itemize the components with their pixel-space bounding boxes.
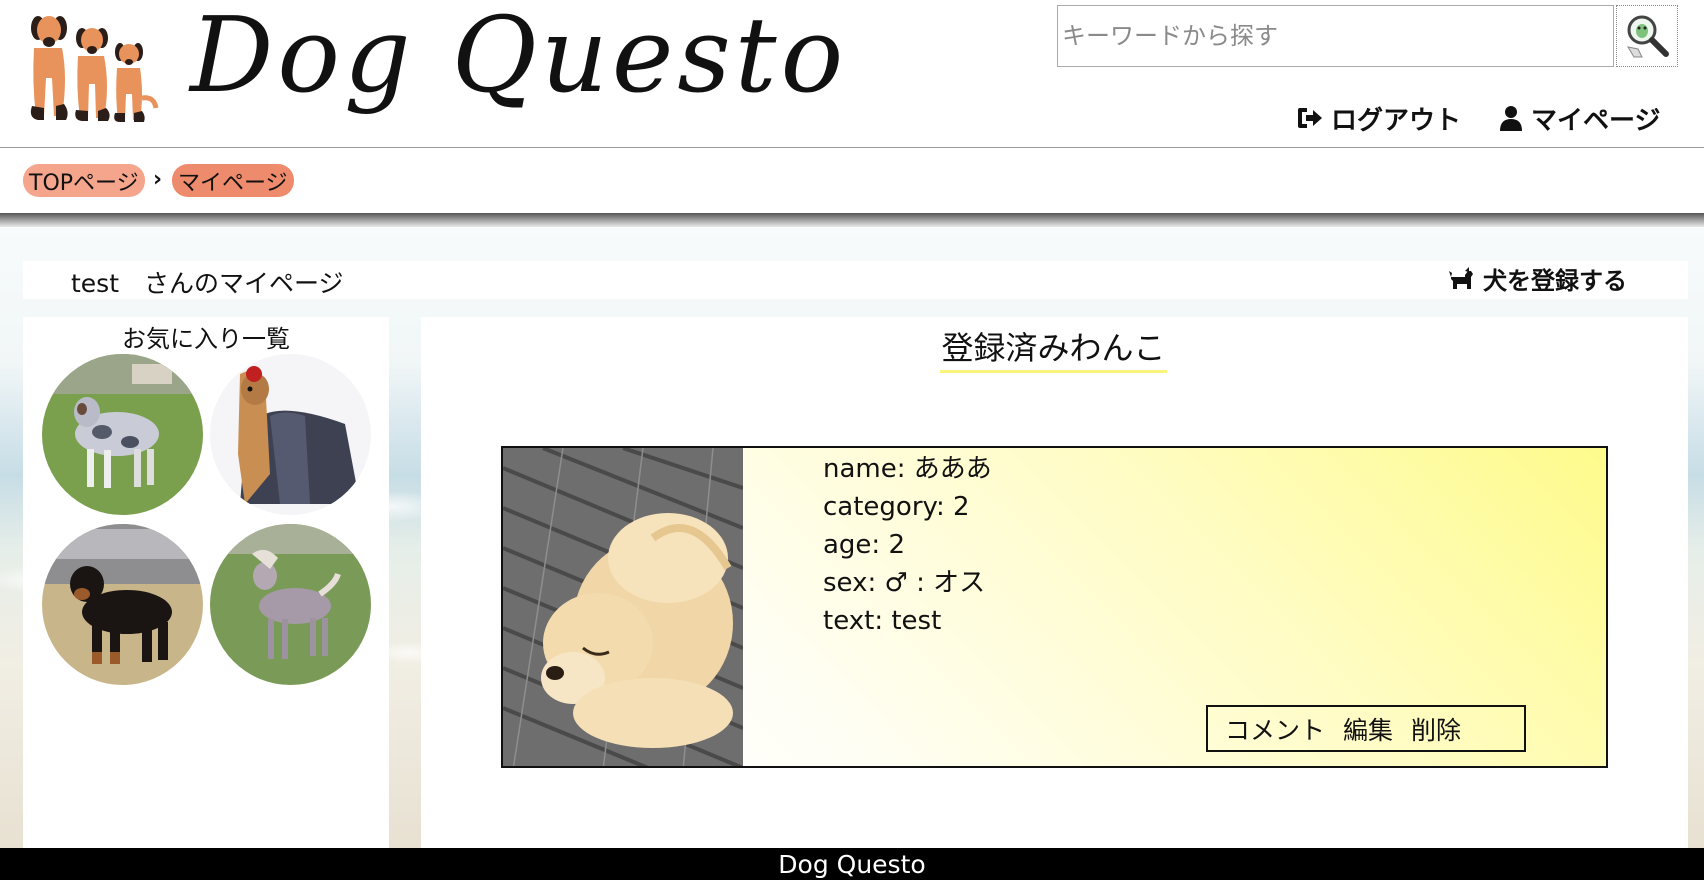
site-footer: Dog Questo	[0, 848, 1704, 880]
favorite-dog-yorkshire-terrier[interactable]	[210, 354, 371, 515]
search-button[interactable]	[1616, 5, 1678, 67]
header-shadow	[0, 213, 1704, 227]
edit-link[interactable]: 編集	[1343, 711, 1393, 747]
logout-link[interactable]: ログアウト	[1297, 100, 1461, 136]
dog-actions: コメント 編集 削除	[1206, 705, 1526, 752]
user-icon	[1500, 106, 1522, 131]
dog-age: age: 2	[823, 530, 905, 560]
magnifier-dog-icon	[1626, 15, 1669, 58]
site-logo-text[interactable]: Dog Questo	[190, 0, 847, 116]
mypage-label: マイページ	[1531, 105, 1661, 136]
three-dogs-logo-icon[interactable]	[26, 8, 162, 128]
dog-icon	[1449, 267, 1473, 289]
dog-category: category: 2	[823, 492, 970, 522]
dog-name: name: あああ	[823, 454, 992, 484]
breadcrumb-mypage[interactable]: マイページ	[172, 164, 294, 197]
favorites-panel: お気に入り一覧	[23, 317, 389, 848]
favorite-dog-rottweiler[interactable]	[42, 524, 203, 685]
breadcrumb: TOPページ › マイページ	[0, 149, 1704, 213]
logout-label: ログアウト	[1331, 105, 1462, 136]
register-dog-link[interactable]: 犬を登録する	[1449, 261, 1627, 295]
site-header: Dog Questo ログアウト マイページ	[0, 0, 1704, 148]
mypage-link[interactable]: マイページ	[1499, 100, 1660, 136]
footer-text: Dog Questo	[778, 850, 926, 879]
dog-sex: sex: ♂ : オス	[823, 568, 986, 598]
page-title: test さんのマイページ	[71, 269, 344, 298]
favorite-dog-chinese-crested[interactable]	[210, 524, 371, 685]
comment-link[interactable]: コメント	[1225, 711, 1325, 747]
favorite-dog-australian-shepherd[interactable]	[42, 354, 203, 515]
registered-dogs-title: 登録済みわんこ	[421, 323, 1688, 373]
search-input[interactable]	[1057, 5, 1614, 67]
dog-photo[interactable]	[503, 448, 743, 768]
registered-dogs-panel: 登録済みわんこ name: あああ category: 2 age: 2 sex…	[421, 317, 1688, 848]
mypage-title-row: test さんのマイページ 犬を登録する	[23, 261, 1688, 299]
delete-link[interactable]: 削除	[1411, 711, 1461, 747]
register-dog-label: 犬を登録する	[1483, 266, 1627, 295]
breadcrumb-top[interactable]: TOPページ	[23, 164, 145, 197]
breadcrumb-separator: ›	[153, 167, 163, 192]
favorites-title: お気に入り一覧	[122, 325, 290, 353]
dog-text: text: test	[823, 606, 942, 636]
registered-dogs-title-text: 登録済みわんこ	[940, 323, 1167, 373]
dog-card: name: あああ category: 2 age: 2 sex: ♂ : オス…	[501, 446, 1608, 768]
dog-info: name: あああ category: 2 age: 2 sex: ♂ : オス…	[823, 450, 992, 640]
sign-out-icon	[1298, 108, 1322, 128]
